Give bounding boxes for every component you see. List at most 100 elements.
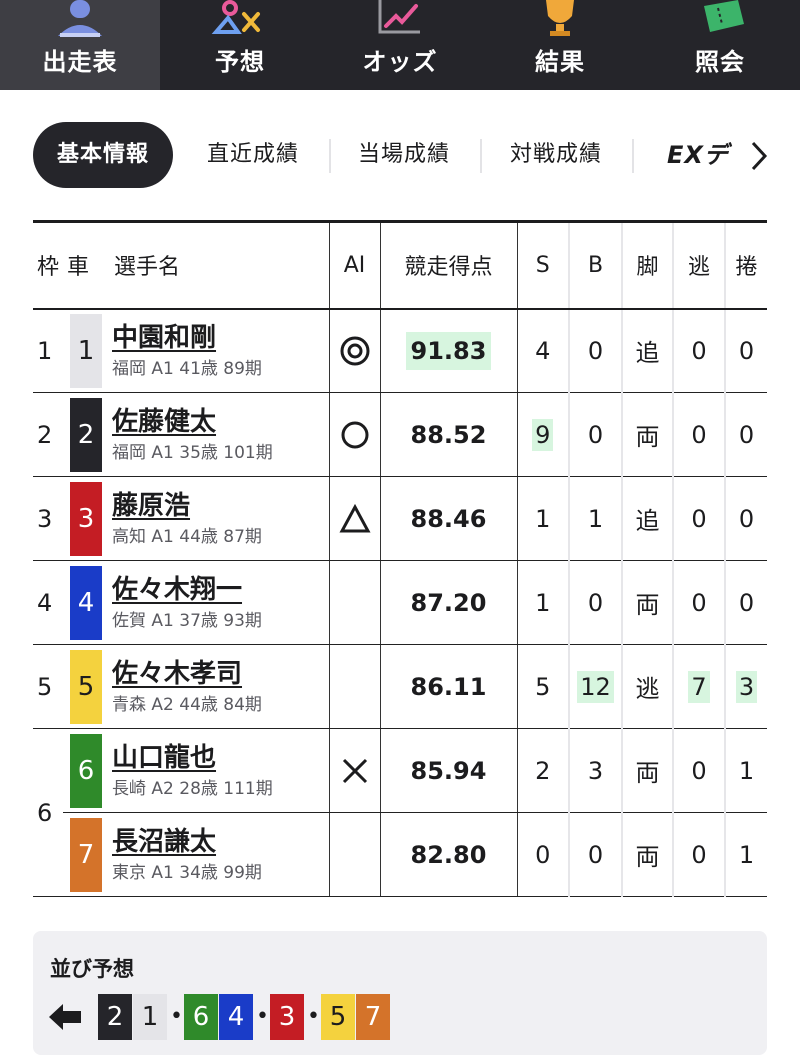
car-number-badge: 7 — [70, 817, 102, 892]
car-number-badge: 5 — [70, 649, 102, 724]
player-info: 佐賀 A1 37歳 93期 — [112, 610, 262, 631]
nav-item-entry-table[interactable]: 出走表 — [0, 0, 160, 90]
nige-count: 0 — [672, 392, 725, 477]
player-name-link[interactable]: 長沼謙太 — [112, 826, 329, 858]
table-row: 7 長沼謙太 東京 A1 34歳 99期 82.80 0 0 両 0 1 — [33, 812, 767, 897]
ai-mark-empty — [328, 644, 380, 729]
nav-label: 結果 — [535, 48, 585, 76]
player-info: 東京 A1 34歳 99期 — [112, 862, 262, 883]
car-number-badge: 1 — [70, 313, 102, 388]
makuri-count: 1 — [724, 728, 767, 813]
header-frame: 枠 — [33, 220, 63, 310]
ticket-icon — [704, 0, 744, 32]
line-car-badge: 3 — [270, 994, 304, 1040]
tab-ex-data[interactable]: EXデ — [667, 122, 741, 188]
car-number-badge: 4 — [70, 565, 102, 640]
racing-style: 両 — [621, 392, 673, 477]
b-count: 0 — [568, 560, 622, 645]
tab-head-to-head[interactable]: 対戦成績 — [510, 122, 602, 188]
b-count: 3 — [568, 728, 622, 813]
nav-label: 照会 — [695, 48, 745, 76]
nige-count: 7 — [688, 670, 710, 703]
frame-number: 6 — [33, 728, 63, 897]
player-name-link[interactable]: 中園和剛 — [112, 322, 329, 354]
frame-number: 2 — [33, 392, 63, 477]
arrow-left-icon — [49, 1004, 81, 1030]
table-row: 3 3 藤原浩 高知 A1 44歳 87期 88.46 1 1 追 0 0 — [33, 476, 767, 561]
player-name-link[interactable]: 佐藤健太 — [112, 406, 329, 438]
s-count: 2 — [516, 728, 569, 813]
car-number-badge: 2 — [70, 397, 102, 472]
nav-label: オッズ — [362, 48, 438, 76]
header-score: 競走得点 — [379, 220, 517, 310]
header-name: 選手名 — [109, 220, 329, 310]
player-info: 福岡 A1 41歳 89期 — [112, 358, 262, 379]
tab-divider — [480, 139, 482, 173]
racing-style: 両 — [621, 728, 673, 813]
chevron-right-icon[interactable] — [748, 140, 770, 172]
double-circle-icon — [340, 336, 369, 366]
tab-recent-results[interactable]: 直近成績 — [207, 122, 299, 188]
player-name-link[interactable]: 藤原浩 — [112, 490, 329, 522]
nige-count: 0 — [672, 560, 725, 645]
player-name-link[interactable]: 佐々木翔一 — [112, 574, 329, 606]
line-car-badge: 4 — [219, 994, 253, 1040]
makuri-count: 0 — [724, 476, 767, 561]
frame-number: 1 — [33, 308, 63, 393]
s-count: 0 — [516, 812, 569, 897]
race-score: 86.11 — [379, 644, 517, 729]
b-count: 0 — [568, 392, 622, 477]
racer-icon — [58, 0, 102, 37]
makuri-count: 0 — [724, 392, 767, 477]
s-count: 5 — [516, 644, 569, 729]
race-score: 88.46 — [379, 476, 517, 561]
s-count: 4 — [516, 308, 569, 393]
header-nige: 逃 — [672, 220, 725, 310]
tab-basic-info[interactable]: 基本情報 — [33, 122, 173, 188]
s-count: 1 — [516, 476, 569, 561]
line-forecast-panel: 並び予想 2 1 • 6 4 • 3 • 5 7 — [33, 931, 767, 1055]
nav-item-prediction[interactable]: 予想 — [160, 0, 320, 90]
s-count: 1 — [516, 560, 569, 645]
table-row: 2 2 佐藤健太福岡 A1 35歳 101期 88.52 9 0 両 0 0 — [33, 392, 767, 477]
top-nav: 出走表 予想 オッズ 結果 照会 — [0, 0, 800, 90]
table-row: 4 4 佐々木翔一 佐賀 A1 37歳 93期 87.20 1 0 両 0 0 — [33, 560, 767, 645]
ai-mark-empty — [328, 812, 380, 897]
frame-number: 3 — [33, 476, 63, 561]
car-number-badge: 6 — [70, 733, 102, 808]
prediction-marks-icon — [211, 0, 260, 34]
car-number-badge: 3 — [70, 481, 102, 556]
tab-track-results[interactable]: 当場成績 — [358, 122, 450, 188]
player-info: 長崎 A2 28歳 111期 — [112, 778, 273, 799]
player-name-link[interactable]: 山口龍也 — [112, 742, 329, 774]
cross-icon — [342, 758, 367, 783]
race-score: 87.20 — [379, 560, 517, 645]
race-score: 88.52 — [379, 392, 517, 477]
player-name-link[interactable]: 佐々木孝司 — [112, 658, 329, 690]
header-makuri: 捲 — [724, 220, 767, 310]
line-car-badge: 2 — [98, 994, 132, 1040]
player-info: 福岡 A1 35歳 101期 — [112, 442, 273, 463]
nav-item-odds[interactable]: オッズ — [320, 0, 480, 90]
trophy-icon — [546, 0, 574, 36]
nige-count: 0 — [672, 476, 725, 561]
nige-count: 0 — [672, 728, 725, 813]
header-b: B — [568, 220, 622, 310]
nige-count: 0 — [672, 308, 725, 393]
circle-icon — [341, 421, 368, 448]
nav-item-results[interactable]: 結果 — [480, 0, 640, 90]
entry-table: 枠 車 選手名 AI 競走得点 S B 脚 逃 捲 1 1 中園和剛福岡 A1 … — [33, 220, 767, 897]
racing-style: 両 — [621, 812, 673, 897]
nav-item-inquiry[interactable]: 照会 — [640, 0, 800, 90]
frame-number: 4 — [33, 560, 63, 645]
table-header-row: 枠 車 選手名 AI 競走得点 S B 脚 逃 捲 — [33, 220, 767, 310]
tab-divider — [329, 139, 331, 173]
makuri-count: 1 — [724, 812, 767, 897]
race-score: 91.83 — [405, 331, 492, 370]
s-count: 9 — [532, 418, 554, 451]
table-row: 1 1 中園和剛 福岡 A1 41歳 89期 91.83 4 0 追 0 0 — [33, 308, 767, 393]
triangle-icon — [338, 503, 371, 532]
line-car-badge: 6 — [184, 994, 218, 1040]
header-style: 脚 — [621, 220, 673, 310]
line-car-badge: 7 — [356, 994, 390, 1040]
